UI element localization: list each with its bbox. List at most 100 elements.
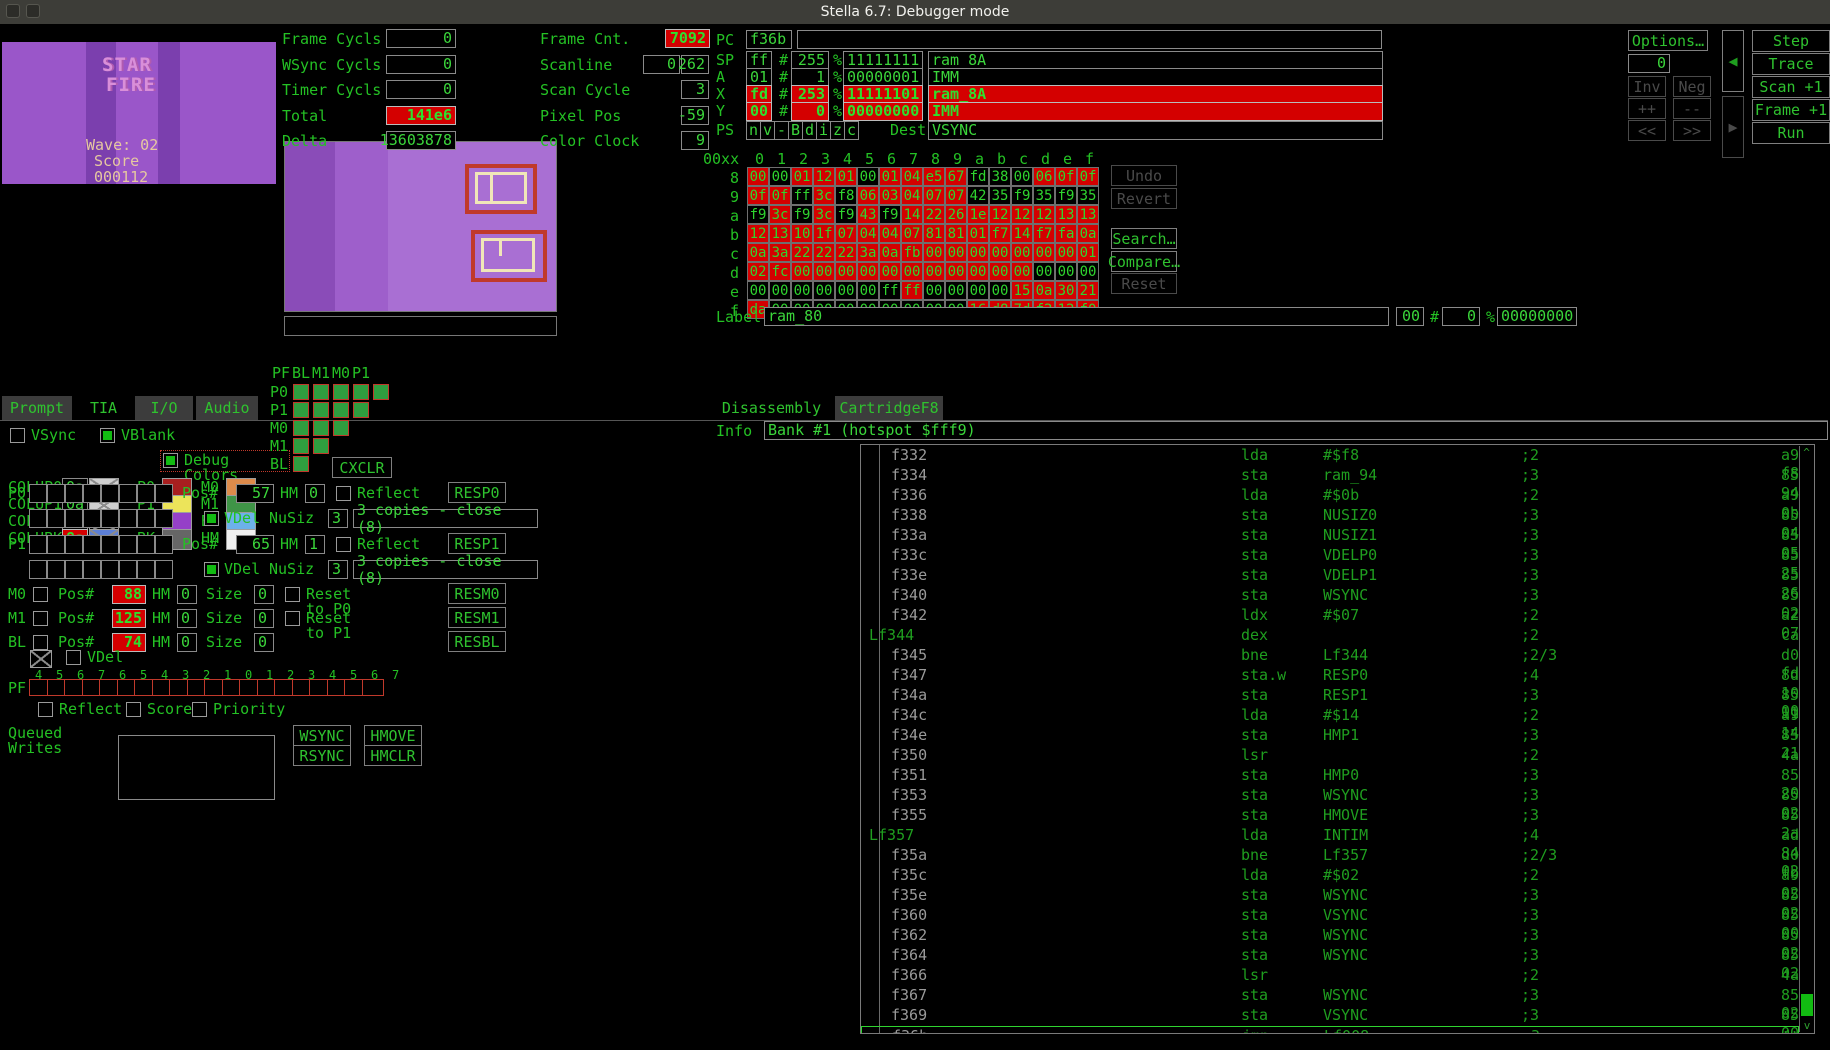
small-button[interactable]: -- bbox=[1673, 98, 1711, 119]
window-minimize-icon[interactable] bbox=[26, 4, 40, 18]
ram-button[interactable]: Revert bbox=[1111, 188, 1177, 209]
grp-old-bit[interactable] bbox=[47, 560, 65, 579]
ram-hex-cell[interactable]: 1f bbox=[813, 224, 835, 243]
scroll-up-icon[interactable]: ^ bbox=[1800, 446, 1813, 459]
playfield-score-checkbox[interactable] bbox=[126, 702, 141, 717]
window-close-icon[interactable] bbox=[6, 4, 20, 18]
disassembly-row[interactable]: f345bneLf344;2/3d0 fd bbox=[861, 646, 1799, 666]
ram-hex-cell[interactable]: 04 bbox=[879, 224, 901, 243]
minor-object-pos-value[interactable]: 125 bbox=[112, 609, 146, 628]
object-nusiz-value[interactable]: 3 bbox=[328, 509, 348, 528]
object-vdel-checkbox[interactable] bbox=[204, 562, 219, 577]
ram-hex-cell[interactable]: 00 bbox=[989, 243, 1011, 262]
ram-hex-cell[interactable]: 00 bbox=[813, 262, 835, 281]
tia-strobe-button[interactable]: HMCLR bbox=[364, 745, 422, 766]
ram-hex-cell[interactable]: ff bbox=[879, 281, 901, 300]
disassembly-row[interactable]: f360staVSYNC;385 00 bbox=[861, 906, 1799, 926]
ram-hex-cell[interactable]: 12 bbox=[813, 167, 835, 186]
grp-bit[interactable] bbox=[155, 484, 173, 503]
disassembly-row[interactable]: f364staWSYNC;385 02 bbox=[861, 946, 1799, 966]
ram-hex-cell[interactable]: 00 bbox=[835, 281, 857, 300]
grp-old-bit[interactable] bbox=[29, 509, 47, 528]
cpu-ps-flag[interactable]: B bbox=[788, 121, 803, 140]
small-button[interactable]: Inv bbox=[1628, 76, 1666, 97]
small-button[interactable]: Neg bbox=[1673, 76, 1711, 97]
cpu-pc-dest[interactable] bbox=[797, 30, 1382, 49]
ram-hex-cell[interactable]: fc bbox=[769, 262, 791, 281]
ram-hex-cell[interactable]: 00 bbox=[989, 281, 1011, 300]
ram-hex-cell[interactable]: 35 bbox=[1077, 186, 1099, 205]
ram-hex-cell[interactable]: 00 bbox=[1077, 262, 1099, 281]
object-nusiz-value[interactable]: 3 bbox=[328, 560, 348, 579]
cpu-ps-flag[interactable]: d bbox=[802, 121, 817, 140]
ram-hex-cell[interactable]: 15 bbox=[1011, 281, 1033, 300]
grp-old-bit[interactable] bbox=[119, 509, 137, 528]
disassembly-row[interactable]: f334staram_94;385 94 bbox=[861, 466, 1799, 486]
ram-hex-cell[interactable]: 0a bbox=[1033, 281, 1055, 300]
ram-hex-cell[interactable]: 67 bbox=[945, 167, 967, 186]
tab-tia[interactable]: TIA bbox=[76, 396, 131, 420]
ram-hex-cell[interactable]: 04 bbox=[901, 186, 923, 205]
disassembly-row[interactable]: f35estaWSYNC;385 02 bbox=[861, 886, 1799, 906]
ram-hex-cell[interactable]: 00 bbox=[769, 167, 791, 186]
minor-object-enable-checkbox[interactable] bbox=[33, 611, 48, 626]
disassembly-row[interactable]: f338staNUSIZ0;385 04 bbox=[861, 506, 1799, 526]
ram-hex-cell[interactable]: 81 bbox=[945, 224, 967, 243]
debug-action-button[interactable]: Trace bbox=[1752, 53, 1830, 75]
tab-audio[interactable]: Audio bbox=[196, 396, 258, 420]
cpu-pc-value[interactable]: f36b bbox=[746, 30, 792, 49]
debug-action-button[interactable]: Scan +1 bbox=[1752, 76, 1830, 98]
ram-hex-cell[interactable]: 02 bbox=[747, 262, 769, 281]
ram-hex-cell[interactable]: 3c bbox=[813, 205, 835, 224]
disassembly-row[interactable]: f353staWSYNC;385 02 bbox=[861, 786, 1799, 806]
cpu-reg-dec[interactable]: 0 bbox=[791, 102, 829, 121]
grp-bit[interactable] bbox=[29, 535, 47, 554]
ram-hex-cell[interactable]: 81 bbox=[923, 224, 945, 243]
window-controls[interactable] bbox=[6, 4, 40, 18]
grp-bit[interactable] bbox=[101, 535, 119, 554]
ram-hex-cell[interactable]: f9 bbox=[1055, 186, 1077, 205]
ram-hex-cell[interactable]: f7 bbox=[1033, 224, 1055, 243]
ram-hex-cell[interactable]: 01 bbox=[835, 167, 857, 186]
disassembly-row[interactable]: f336lda#$0b;2a9 0b bbox=[861, 486, 1799, 506]
ram-hex-cell[interactable]: 00 bbox=[1033, 262, 1055, 281]
grp-bit[interactable] bbox=[83, 484, 101, 503]
disassembly-row[interactable]: f351staHMP0;385 20 bbox=[861, 766, 1799, 786]
cpu-ps-flag[interactable]: - bbox=[774, 121, 789, 140]
object-strobe-button[interactable]: RESP0 bbox=[448, 482, 506, 503]
disassembly-row[interactable]: Lf357ldaINTIM;4ad 84 02 bbox=[861, 826, 1799, 846]
ram-hex-cell[interactable]: 00 bbox=[945, 262, 967, 281]
ram-button[interactable]: Reset bbox=[1111, 273, 1177, 294]
frame-stat2-value[interactable]: 9 bbox=[681, 131, 709, 150]
ram-hex-cell[interactable]: 01 bbox=[791, 167, 813, 186]
ram-hex-cell[interactable]: 00 bbox=[923, 243, 945, 262]
grp-bit[interactable] bbox=[47, 535, 65, 554]
ram-hex-cell[interactable]: f9 bbox=[1011, 186, 1033, 205]
ram-hex-cell[interactable]: 0a bbox=[1077, 224, 1099, 243]
ram-hex-cell[interactable]: 1e bbox=[967, 205, 989, 224]
ram-hex-cell[interactable]: f8 bbox=[835, 186, 857, 205]
cpu-ps-flag[interactable]: z bbox=[830, 121, 845, 140]
ram-hex-cell[interactable]: 07 bbox=[945, 186, 967, 205]
ram-hex-cell[interactable]: 00 bbox=[967, 262, 989, 281]
frame-stat2-value[interactable]: -59 bbox=[681, 106, 709, 125]
grp-old-bit[interactable] bbox=[101, 509, 119, 528]
ram-hex-cell[interactable]: 04 bbox=[857, 224, 879, 243]
disassembly-row[interactable]: f340staWSYNC;385 02 bbox=[861, 586, 1799, 606]
ram-hex-cell[interactable]: 22 bbox=[813, 243, 835, 262]
ram-hex-cell[interactable]: 3a bbox=[769, 243, 791, 262]
nav-prev-button[interactable]: ◀ bbox=[1722, 30, 1744, 92]
minor-object-size-value[interactable]: 0 bbox=[254, 633, 274, 652]
ram-hex-cell[interactable]: 43 bbox=[857, 205, 879, 224]
ram-hex-cell[interactable]: 30 bbox=[1055, 281, 1077, 300]
disassembly-row[interactable]: Lf344dex;2ca bbox=[861, 626, 1799, 646]
minor-object-hm-value[interactable]: 0 bbox=[177, 609, 197, 628]
grp-old-bit[interactable] bbox=[101, 560, 119, 579]
disassembly-row[interactable]: f33cstaVDELP0;385 25 bbox=[861, 546, 1799, 566]
cpu-ps-flag[interactable]: v bbox=[760, 121, 775, 140]
ram-hex-cell[interactable]: 00 bbox=[989, 262, 1011, 281]
frame-stat-value[interactable]: 0 bbox=[386, 29, 456, 48]
ram-value-dec[interactable]: 0 bbox=[1442, 307, 1480, 326]
ram-hex-cell[interactable]: 3c bbox=[813, 186, 835, 205]
ram-hex-cell[interactable]: fa bbox=[1055, 224, 1077, 243]
